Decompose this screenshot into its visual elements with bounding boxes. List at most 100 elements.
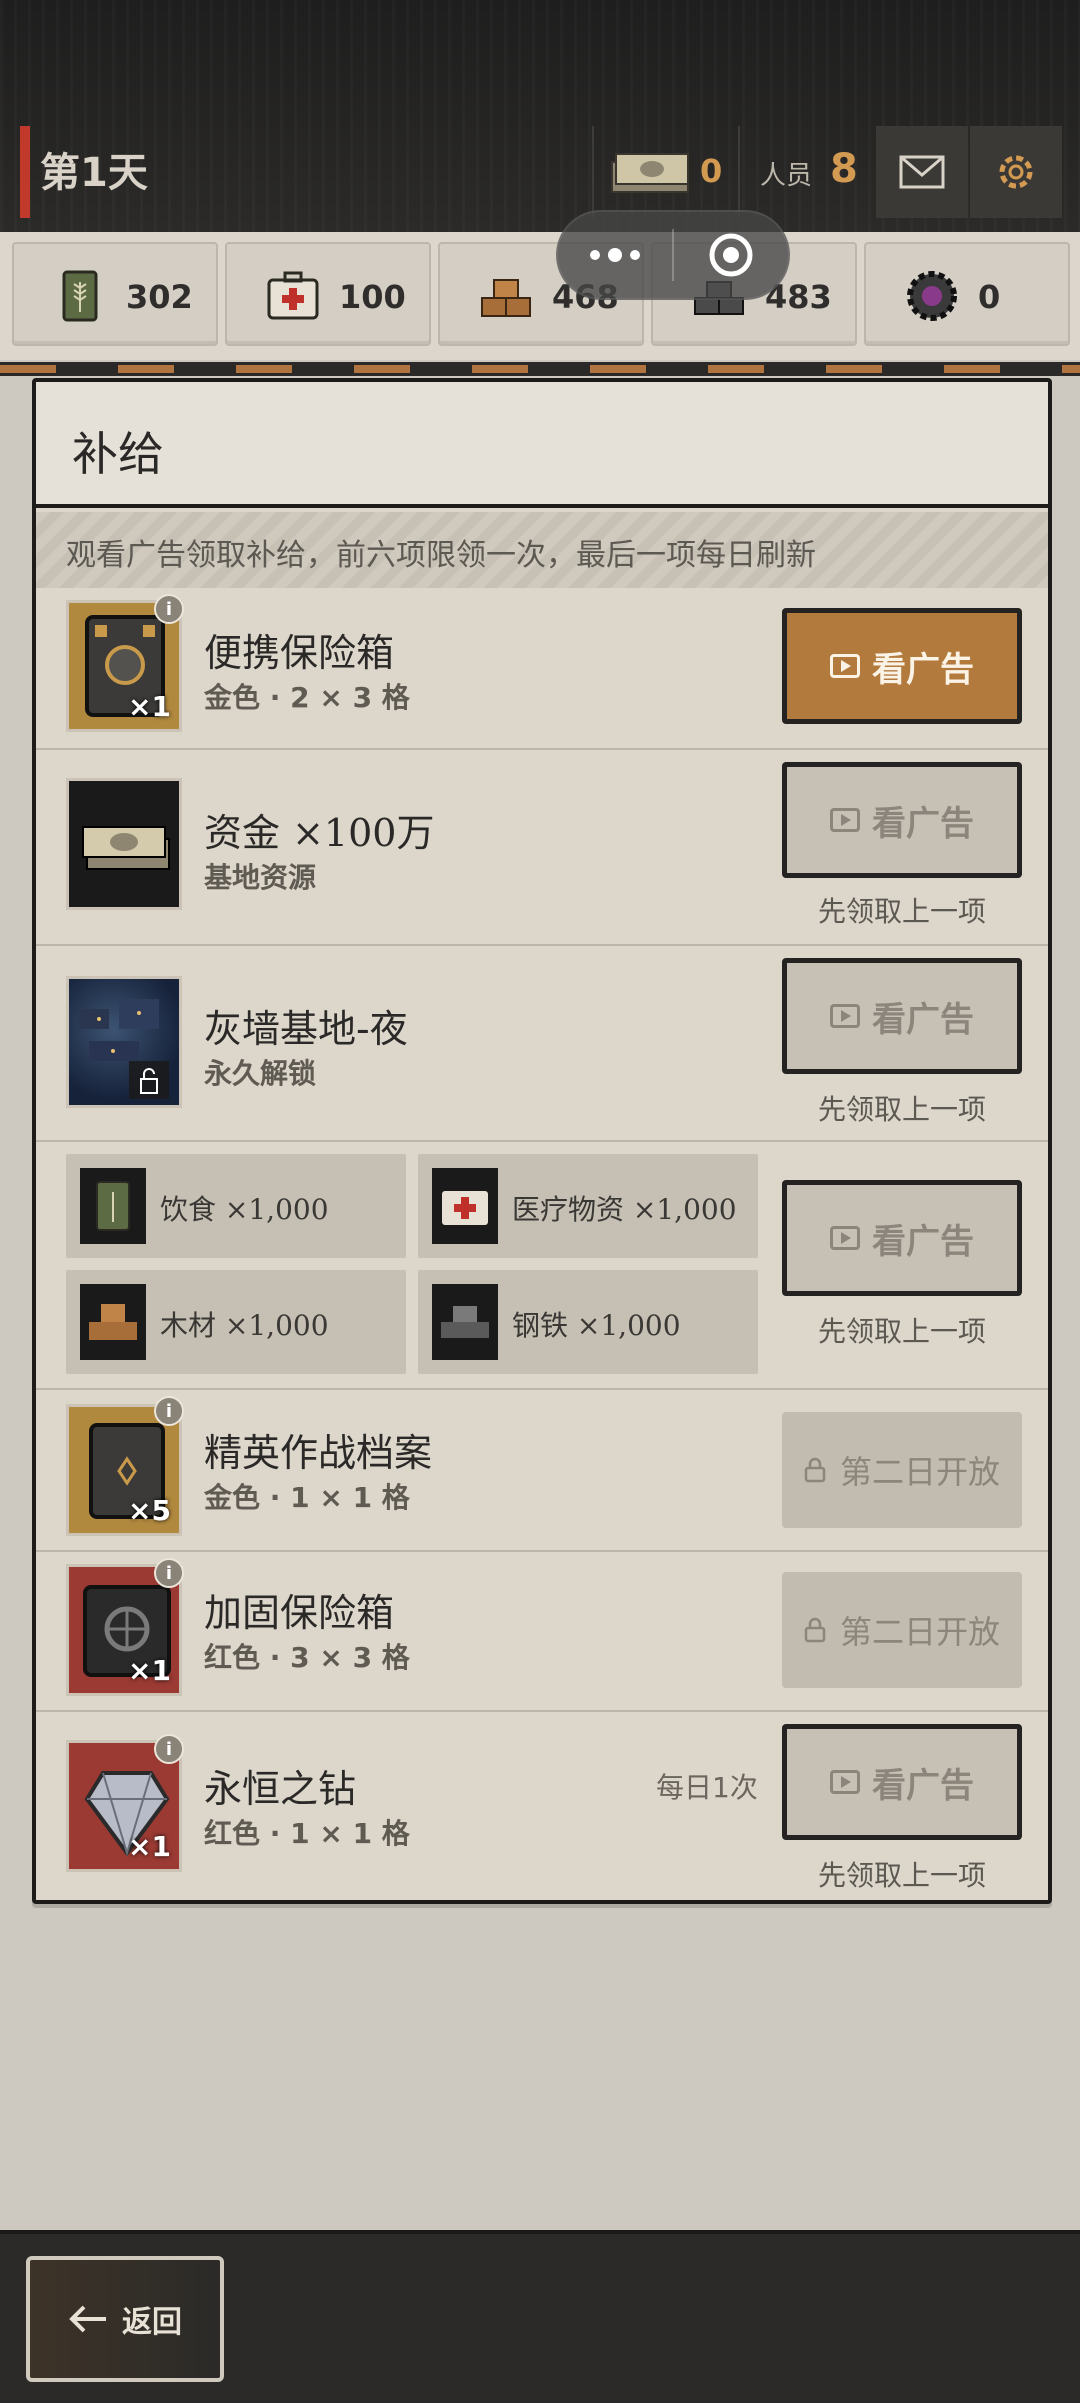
mail-icon (899, 155, 945, 189)
divider (738, 126, 740, 218)
supply-panel: 补给 观看广告领取补给，前六项限领一次，最后一项每日刷新 ×1 i 便携保险箱 … (32, 378, 1052, 1904)
button-label: 看广告 (872, 649, 974, 690)
mail-button[interactable] (876, 126, 968, 218)
resource-value: 0 (978, 278, 1001, 316)
staff-value: 8 (830, 146, 858, 192)
play-icon (830, 1004, 860, 1028)
food-can-icon (80, 1168, 146, 1244)
hazard-strip (0, 362, 1080, 376)
medkit-icon (267, 271, 319, 320)
bundle-item-steel: 钢铁 ×1,000 (418, 1270, 758, 1374)
item-thumbnail[interactable] (66, 976, 182, 1108)
supply-row: 资金 ×100万 基地资源 看广告 先领取上一项 (36, 750, 1048, 946)
top-bar: 第1天 0 人员 8 (0, 0, 1080, 232)
bundle-item-medical: 医疗物资 ×1,000 (418, 1154, 758, 1258)
staff-label: 人员 (760, 161, 813, 191)
watch-ad-button[interactable]: 看广告 (782, 762, 1022, 878)
info-icon[interactable]: i (154, 1396, 184, 1426)
hint-text: 先领取上一项 (817, 1859, 986, 1892)
more-button[interactable] (558, 212, 672, 298)
item-name: 便携保险箱 (204, 631, 395, 675)
supply-row-bundle: 饮食 ×1,000 医疗物资 ×1,000 木材 ×1,000 钢铁 ×1,00… (36, 1142, 1048, 1390)
back-label: 返回 (122, 2305, 182, 2340)
button-label: 看广告 (872, 803, 974, 844)
button-label: 第二日开放 (839, 1613, 1000, 1651)
supply-row: ×1 i 便携保险箱 金色 · 2 × 3 格 看广告 (36, 588, 1048, 750)
resource-value: 100 (339, 278, 406, 316)
supply-row: 灰墙基地-夜 永久解锁 看广告 先领取上一项 (36, 946, 1048, 1142)
button-label: 看广告 (872, 999, 974, 1040)
target-close-icon (709, 233, 753, 277)
resource-medical: 100 (225, 242, 431, 346)
money-value: 0 (700, 152, 723, 190)
item-name: 灰墙基地-夜 (204, 1007, 408, 1051)
bundle-item-label: 钢铁 ×1,000 (512, 1309, 681, 1342)
divider (592, 126, 594, 218)
item-quantity: ×1 (128, 1654, 171, 1687)
more-dots-icon (590, 248, 640, 262)
locked-button: 第二日开放 (782, 1412, 1022, 1528)
panel-header: 补给 (36, 382, 1048, 508)
food-can-icon (62, 270, 98, 322)
money-stack-icon (611, 153, 689, 193)
item-quantity: ×1 (128, 1830, 171, 1863)
info-icon[interactable]: i (154, 1558, 184, 1588)
supply-row: ×5 i 精英作战档案 金色 · 1 × 1 格 第二日开放 (36, 1390, 1048, 1552)
button-label: 看广告 (872, 1765, 974, 1806)
arrow-left-icon (69, 2305, 106, 2333)
hint-text: 先领取上一项 (817, 1093, 986, 1126)
daily-limit-text: 每日1次 (656, 1771, 758, 1804)
watch-ad-button[interactable]: 看广告 (782, 1724, 1022, 1840)
info-icon[interactable]: i (154, 1734, 184, 1764)
resource-food: 302 (12, 242, 218, 346)
supply-row: ×1 i 加固保险箱 红色 · 3 × 3 格 第二日开放 (36, 1552, 1048, 1712)
resource-value: 302 (126, 278, 193, 316)
watch-ad-button[interactable]: 看广告 (782, 958, 1022, 1074)
item-detail: 红色 · 1 × 1 格 (204, 1817, 410, 1850)
lock-icon (804, 1617, 826, 1643)
gear-icon (999, 155, 1033, 189)
item-detail: 永久解锁 (204, 1057, 317, 1090)
item-quantity: ×5 (128, 1494, 171, 1527)
hint-text: 先领取上一项 (817, 1315, 986, 1348)
play-icon (830, 654, 860, 678)
bundle-item-label: 医疗物资 ×1,000 (512, 1193, 737, 1226)
notice-text: 观看广告领取补给，前六项限领一次，最后一项每日刷新 (66, 538, 816, 573)
watch-ad-button[interactable]: 看广告 (782, 608, 1022, 724)
back-button[interactable]: 返回 (26, 2256, 224, 2382)
notice-banner: 观看广告领取补给，前六项限领一次，最后一项每日刷新 (36, 512, 1048, 588)
base-map-icon (79, 999, 169, 1099)
resource-bar: 302 100 468 483 0 (0, 232, 1080, 360)
close-miniprogram-button[interactable] (674, 212, 788, 298)
bundle-item-wood: 木材 ×1,000 (66, 1270, 406, 1374)
wood-icon (80, 1284, 146, 1360)
item-name: 永恒之钻 (204, 1767, 357, 1811)
lock-icon (804, 1457, 826, 1483)
gear-chip-icon (907, 271, 957, 321)
play-icon (830, 1770, 860, 1794)
play-icon (830, 808, 860, 832)
bundle-item-label: 木材 ×1,000 (160, 1309, 329, 1342)
button-label: 看广告 (872, 1221, 974, 1262)
item-detail: 金色 · 1 × 1 格 (204, 1481, 410, 1514)
item-detail: 金色 · 2 × 3 格 (204, 681, 410, 714)
panel-title: 补给 (72, 427, 164, 481)
settings-button[interactable] (970, 126, 1062, 218)
locked-button: 第二日开放 (782, 1572, 1022, 1688)
watch-ad-button[interactable]: 看广告 (782, 1180, 1022, 1296)
supply-row: ×1 i 永恒之钻 红色 · 1 × 1 格 每日1次 看广告 先领取上一项 (36, 1712, 1048, 1900)
wood-icon (481, 279, 531, 317)
info-icon[interactable]: i (154, 594, 184, 624)
money-stack-icon (82, 826, 170, 870)
medkit-icon (432, 1168, 498, 1244)
item-quantity: ×1 (128, 690, 171, 723)
miniprogram-capsule (556, 210, 790, 300)
bundle-item-label: 饮食 ×1,000 (160, 1193, 329, 1226)
steel-icon (432, 1284, 498, 1360)
item-detail: 基地资源 (204, 861, 317, 894)
item-name: 精英作战档案 (204, 1431, 433, 1475)
item-thumbnail[interactable] (66, 778, 182, 910)
bottom-bar: 返回 (0, 2230, 1080, 2403)
item-name: 加固保险箱 (204, 1591, 395, 1635)
bundle-item-food: 饮食 ×1,000 (66, 1154, 406, 1258)
